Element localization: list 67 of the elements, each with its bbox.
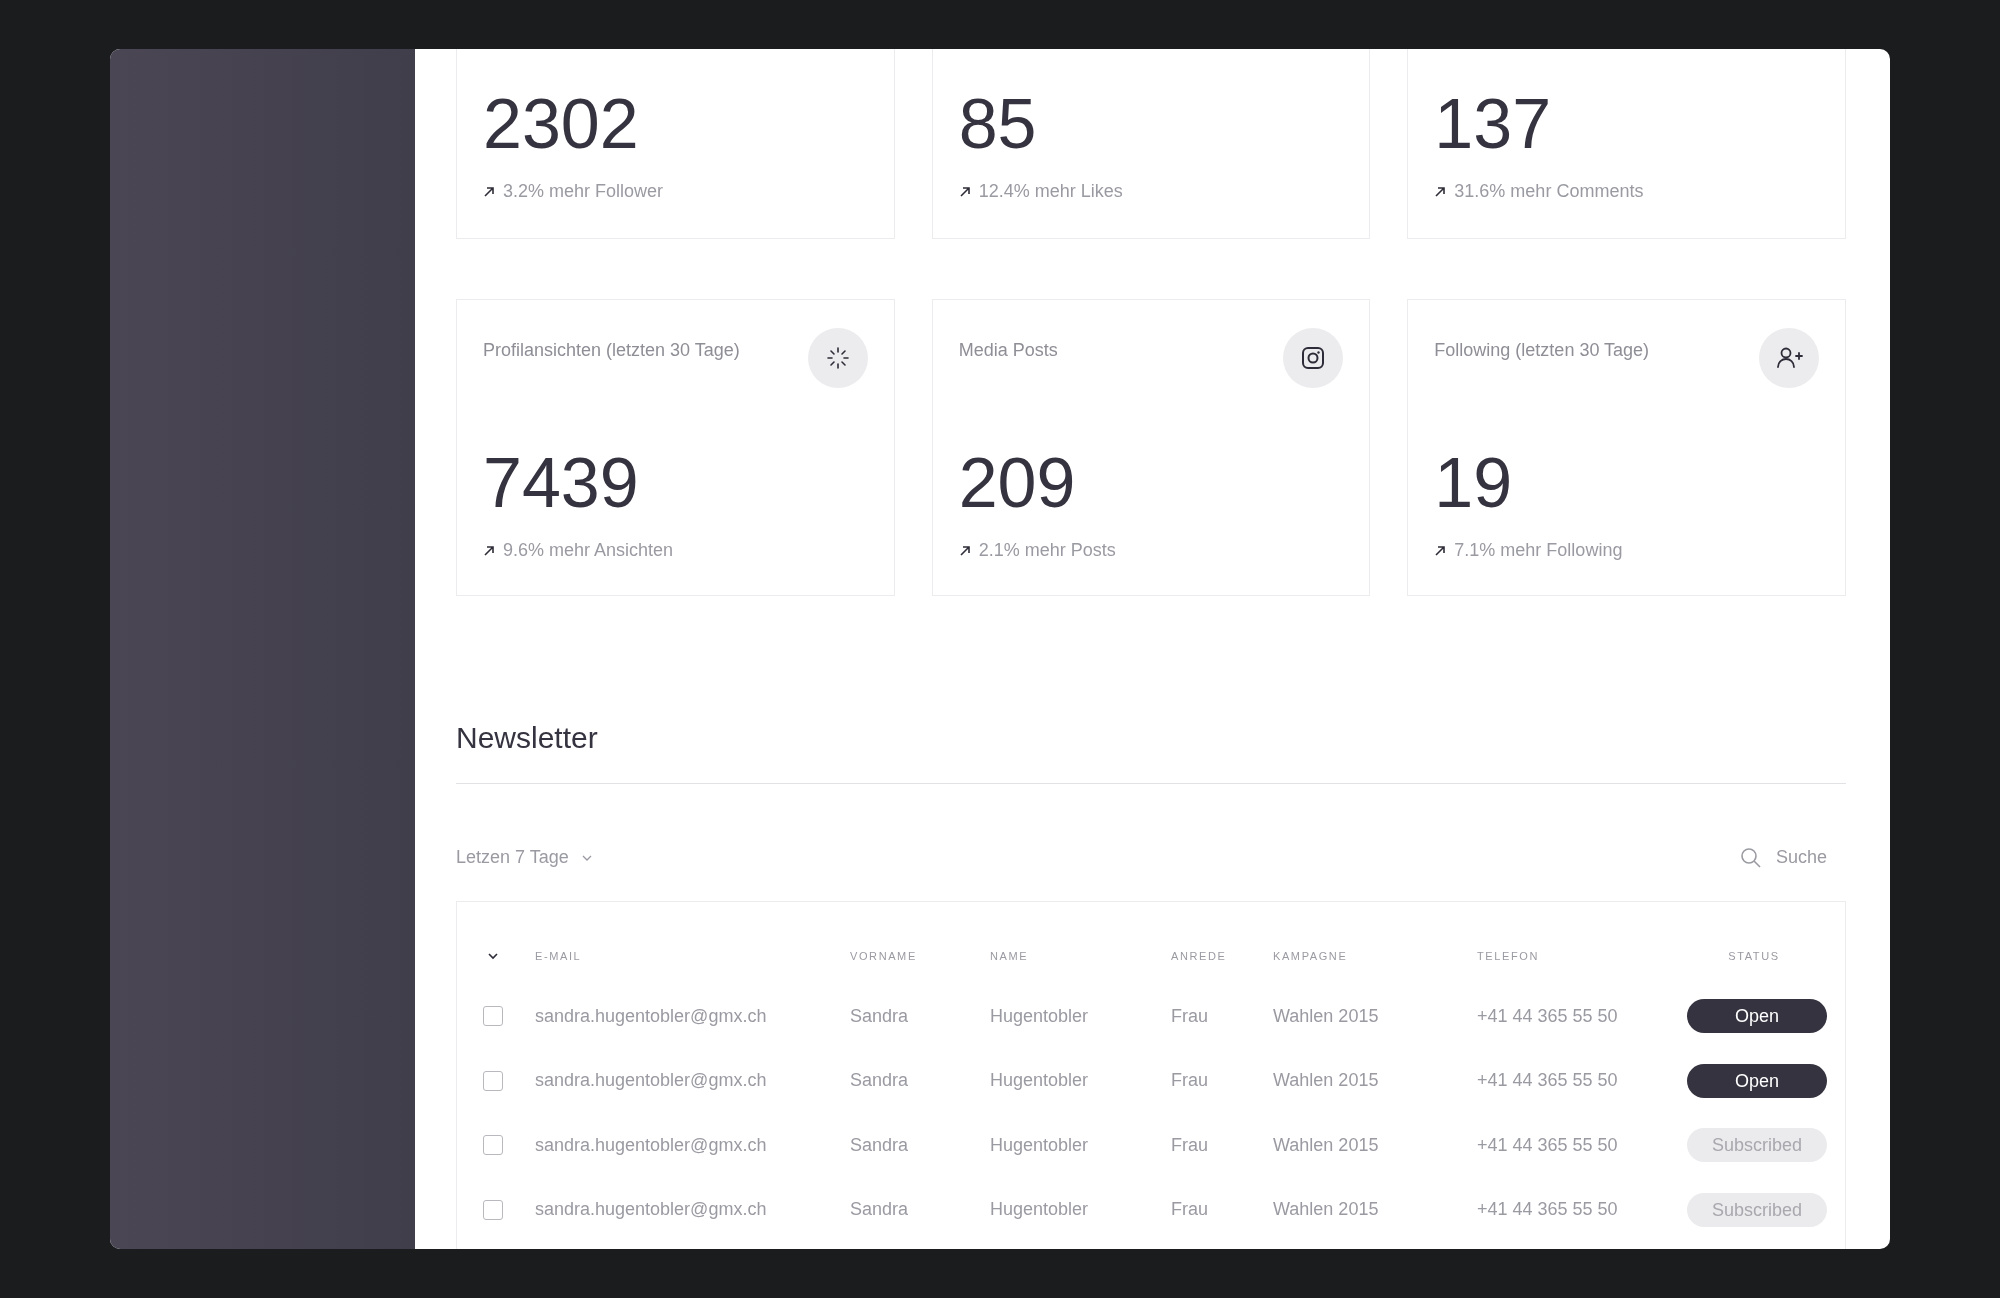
row-checkbox[interactable] bbox=[483, 1006, 503, 1027]
trend-text: 9.6% mehr Ansichten bbox=[503, 540, 674, 561]
stat-value: 7439 bbox=[483, 448, 640, 518]
email-cell-text: sandra.hugentobler@gmx.ch bbox=[535, 1134, 768, 1156]
chevron-down-icon[interactable] bbox=[487, 950, 499, 962]
arrow-up-right-icon bbox=[483, 185, 495, 198]
arrow-up-right-icon bbox=[483, 544, 495, 557]
stat-title: Profilansichten (letzten 30 Tage) bbox=[483, 340, 740, 361]
stat-title: Following (letzten 30 Tage) bbox=[1434, 340, 1650, 361]
name-cell-text: Hugentobler bbox=[990, 1070, 1090, 1092]
phone-cell-text: +41 44 365 55 50 bbox=[1477, 1199, 1619, 1221]
email-cell-text: sandra.hugentobler@gmx.ch bbox=[535, 1199, 768, 1221]
search-icon bbox=[1740, 846, 1762, 869]
user-plus-icon bbox=[1759, 328, 1819, 388]
name-cell-text: Hugentobler bbox=[990, 1134, 1090, 1156]
status-badge: Open bbox=[1687, 999, 1827, 1034]
column-header: STATUS bbox=[1727, 950, 1781, 962]
phone-cell-text: +41 44 365 55 50 bbox=[1477, 1005, 1619, 1027]
salutation-cell-text: Frau bbox=[1171, 1199, 1209, 1221]
trend-text: 31.6% mehr Comments bbox=[1454, 181, 1644, 202]
trend-text: 7.1% mehr Following bbox=[1454, 540, 1623, 561]
salutation-cell-text: Frau bbox=[1171, 1005, 1209, 1027]
email-cell-text: sandra.hugentobler@gmx.ch bbox=[535, 1070, 768, 1092]
trend-text: 3.2% mehr Follower bbox=[503, 181, 664, 202]
name-cell-text: Hugentobler bbox=[990, 1199, 1090, 1221]
column-header: NAME bbox=[990, 950, 1030, 962]
column-header: ANREDE bbox=[1171, 950, 1228, 962]
name-cell-text: Hugentobler bbox=[990, 1005, 1090, 1027]
first-name-cell-text: Sandra bbox=[850, 1070, 910, 1092]
first-name-cell-text: Sandra bbox=[850, 1134, 910, 1156]
stat-value: 137 bbox=[1434, 89, 1553, 159]
first-name-cell-text: Sandra bbox=[850, 1199, 910, 1221]
camera-icon bbox=[1283, 328, 1344, 388]
campaign-cell-text: Wahlen 2015 bbox=[1273, 1199, 1380, 1221]
column-header: VORNAME bbox=[850, 950, 918, 962]
loader-icon bbox=[807, 328, 868, 388]
arrow-up-right-icon bbox=[1434, 544, 1447, 557]
status-badge: Subscribed bbox=[1687, 1192, 1827, 1227]
phone-cell-text: +41 44 365 55 50 bbox=[1477, 1070, 1619, 1092]
trend-text: 12.4% mehr Likes bbox=[978, 181, 1123, 202]
row-checkbox[interactable] bbox=[483, 1135, 503, 1156]
column-header: E-MAIL bbox=[535, 950, 583, 962]
stat-value: 85 bbox=[958, 89, 1038, 159]
stat-title: Media Posts bbox=[958, 340, 1058, 361]
status-badge: Subscribed bbox=[1687, 1128, 1827, 1163]
salutation-cell-text: Frau bbox=[1171, 1134, 1209, 1156]
section-title: Newsletter bbox=[456, 721, 599, 755]
arrow-up-right-icon bbox=[958, 185, 971, 198]
trend-text: 2.1% mehr Posts bbox=[978, 540, 1116, 561]
salutation-cell-text: Frau bbox=[1171, 1070, 1209, 1092]
campaign-cell-text: Wahlen 2015 bbox=[1273, 1005, 1380, 1027]
status-badge: Open bbox=[1687, 1063, 1827, 1098]
column-header: TELEFON bbox=[1477, 950, 1540, 962]
stat-value: 19 bbox=[1434, 448, 1514, 518]
row-checkbox[interactable] bbox=[483, 1070, 503, 1091]
campaign-cell-text: Wahlen 2015 bbox=[1273, 1134, 1380, 1156]
email-cell-text: sandra.hugentobler@gmx.ch bbox=[535, 1005, 768, 1027]
first-name-cell-text: Sandra bbox=[850, 1005, 910, 1027]
arrow-up-right-icon bbox=[1434, 185, 1447, 198]
row-checkbox[interactable] bbox=[483, 1199, 503, 1220]
stat-value: 209 bbox=[958, 448, 1077, 518]
arrow-up-right-icon bbox=[958, 544, 971, 557]
stat-value: 2302 bbox=[483, 89, 640, 159]
phone-cell-text: +41 44 365 55 50 bbox=[1477, 1134, 1619, 1156]
campaign-cell-text: Wahlen 2015 bbox=[1273, 1070, 1380, 1092]
date-filter-dropdown[interactable]: Letzen 7 Tage bbox=[456, 847, 593, 868]
column-header: KAMPAGNE bbox=[1273, 950, 1349, 962]
